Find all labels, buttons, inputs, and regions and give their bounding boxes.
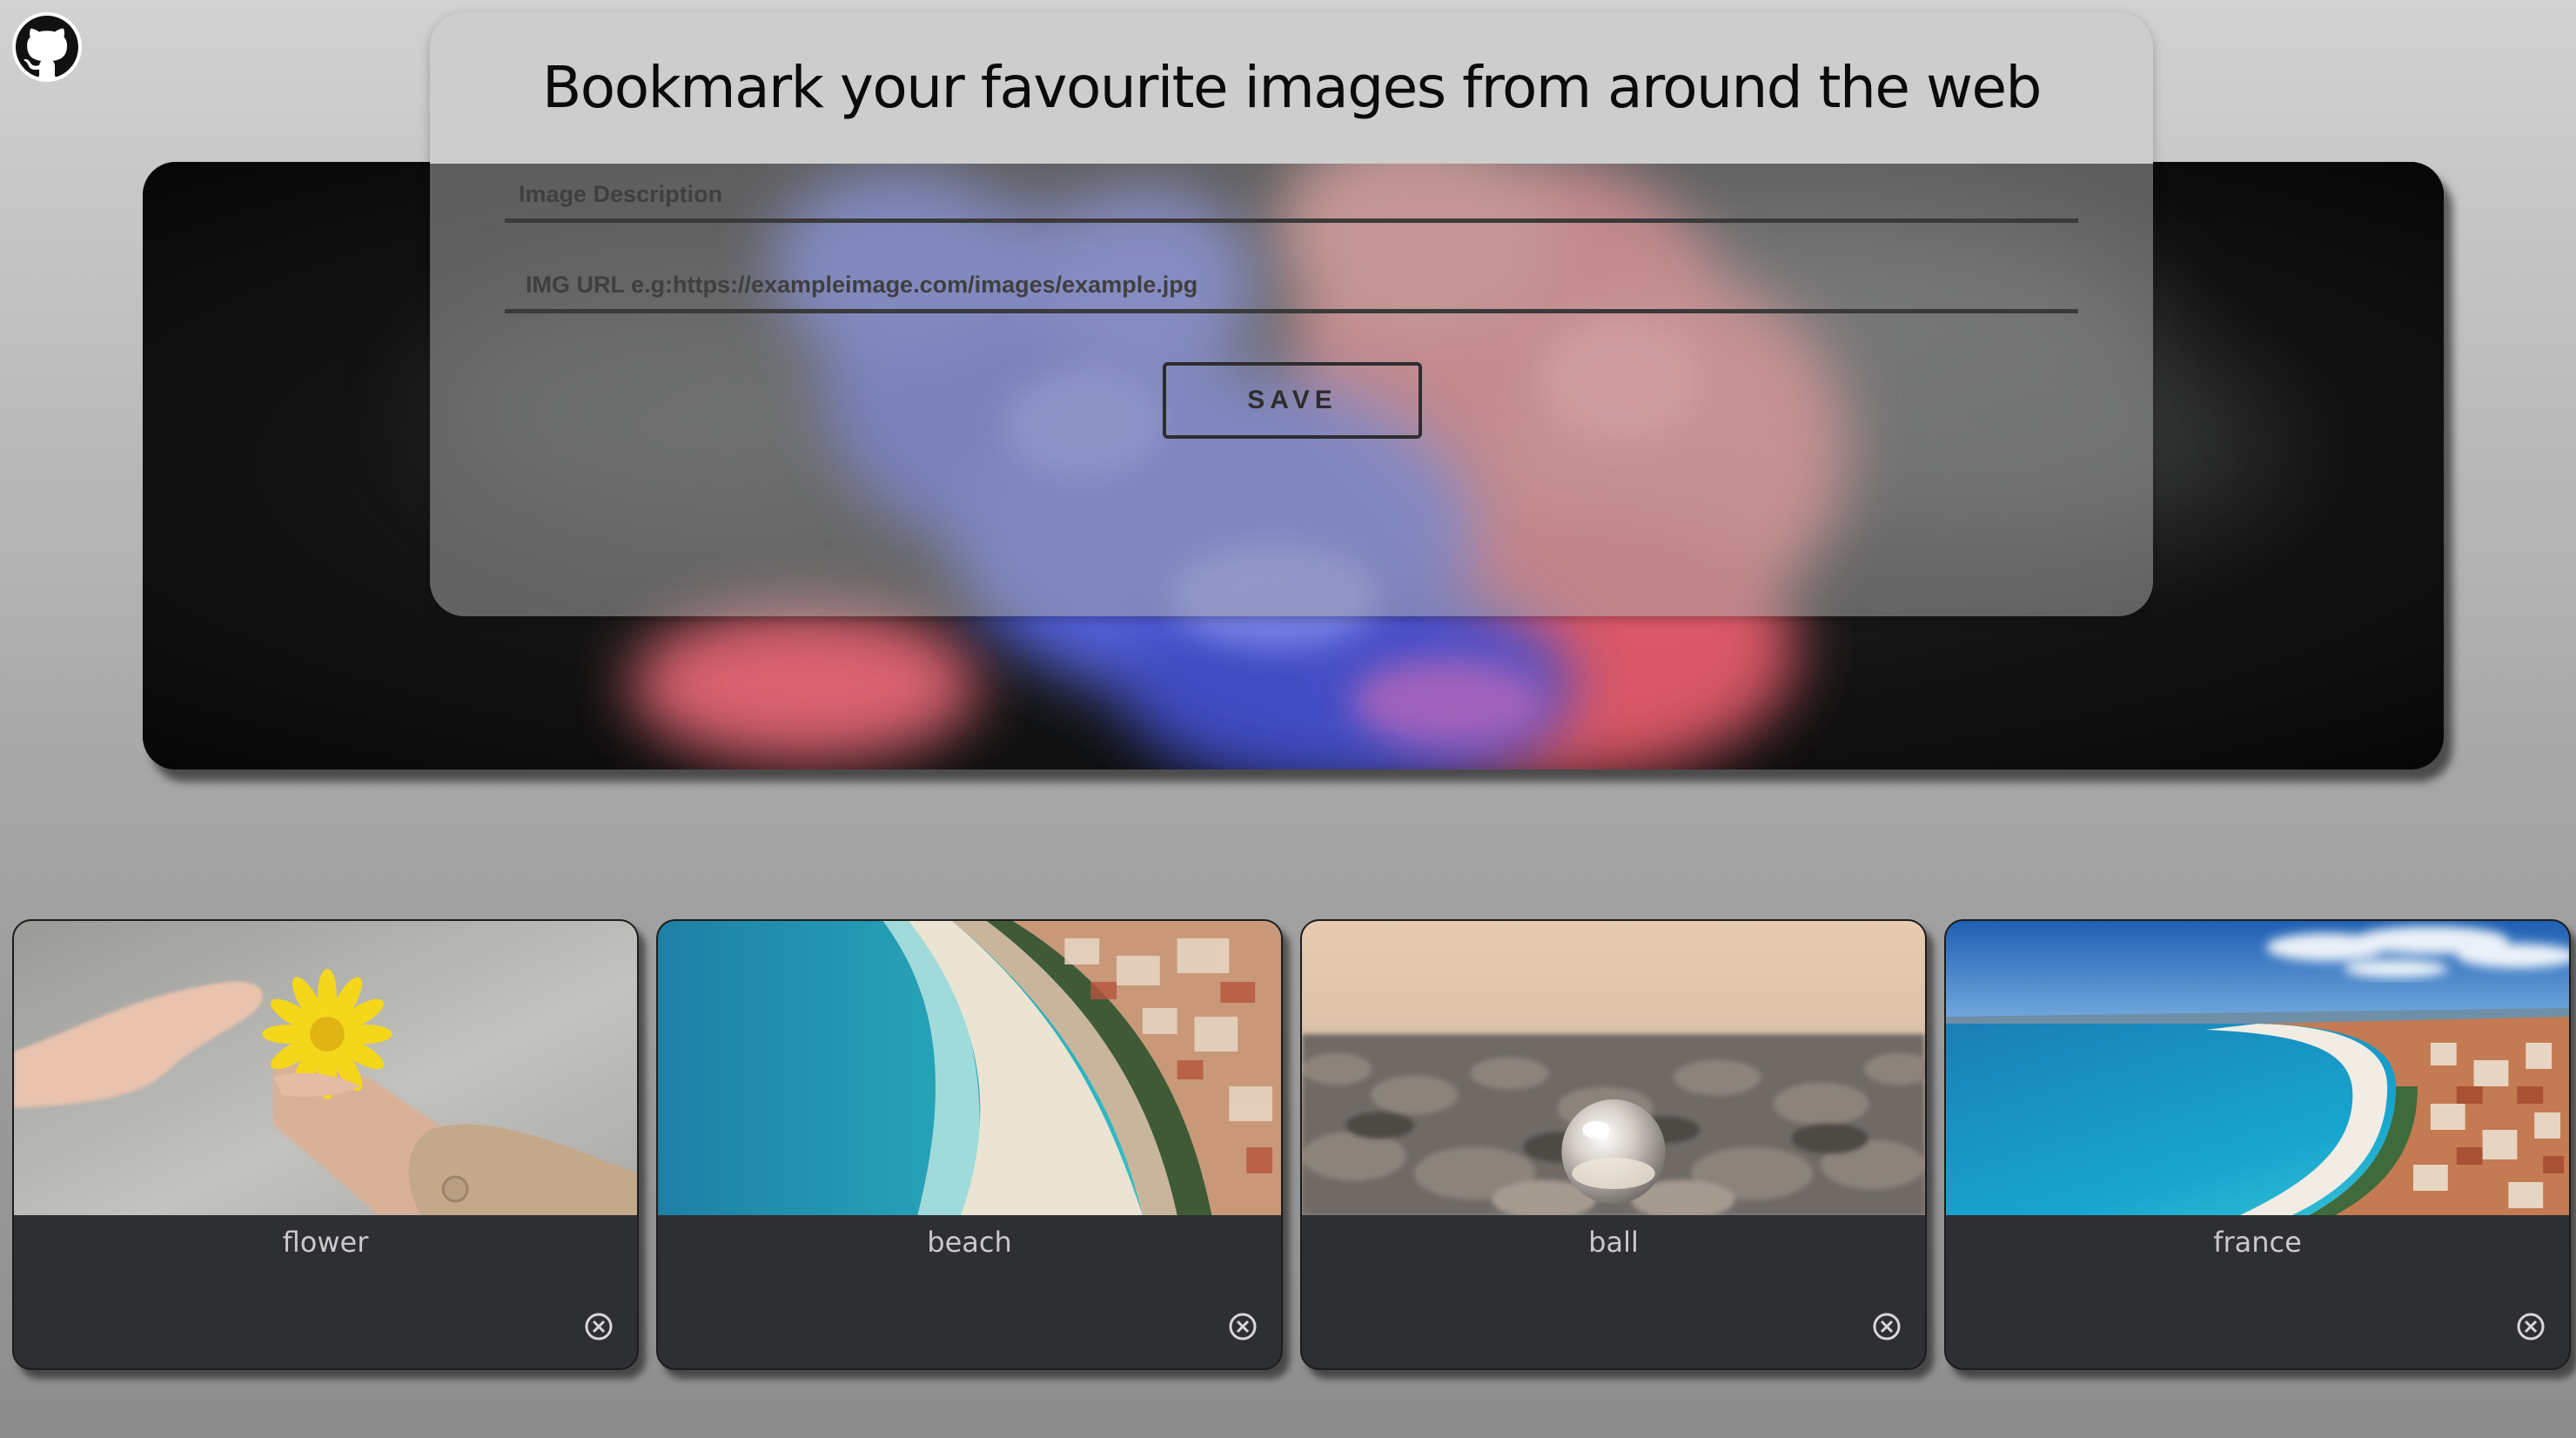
bookmark-image-ball [1302,921,1925,1215]
close-circle-icon[interactable] [1227,1311,1258,1342]
bookmark-card-ball: ball [1300,919,1927,1370]
image-description-input[interactable] [505,171,2078,223]
bookmark-image-france [1946,921,2569,1215]
bookmark-card-france: france [1944,919,2571,1370]
bookmark-title: beach [927,1226,1012,1259]
github-icon[interactable] [12,12,82,82]
bookmark-title: flower [282,1226,369,1259]
bookmark-form-panel: Bookmark your favourite images from arou… [430,12,2153,616]
image-url-input[interactable] [505,261,2078,313]
bookmark-card-flower: flower [12,919,639,1370]
bookmark-title: ball [1588,1226,1639,1259]
bookmark-image-flower [14,921,637,1215]
close-circle-icon[interactable] [2515,1311,2546,1342]
save-button[interactable]: SAVE [1163,362,1422,439]
close-circle-icon[interactable] [583,1311,614,1342]
close-circle-icon[interactable] [1871,1311,1902,1342]
bookmark-card-beach: beach [656,919,1283,1370]
page-title: Bookmark your favourite images from arou… [542,54,2042,121]
bookmark-title: france [2213,1226,2302,1259]
bookmark-image-beach [658,921,1281,1215]
bookmark-list: flower beach ball france [12,919,2571,1372]
github-logo-icon [16,16,78,77]
